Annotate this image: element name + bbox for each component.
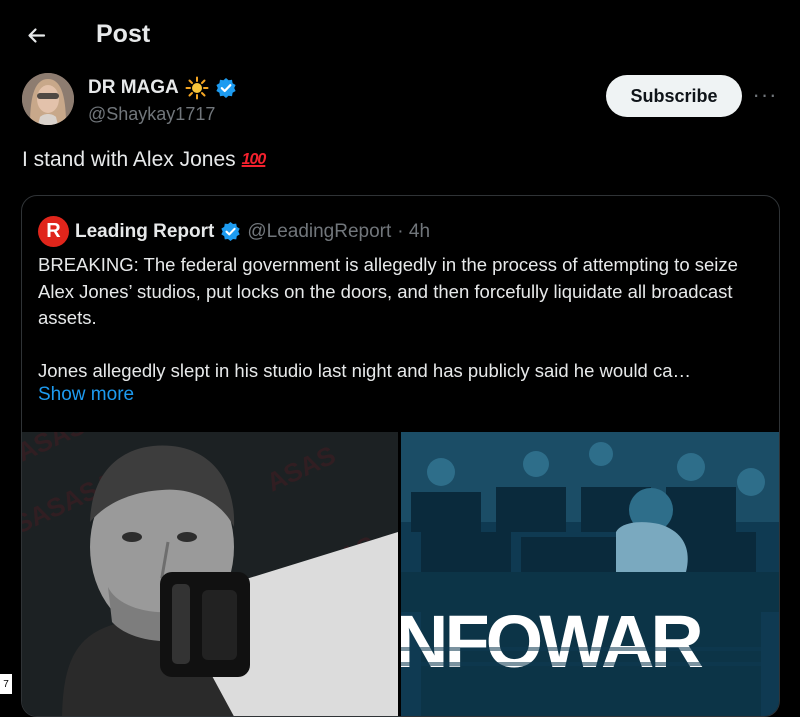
hundred-points-icon: 100 xyxy=(241,151,267,168)
more-options-icon[interactable]: ··· xyxy=(750,80,780,110)
show-more-link[interactable]: Show more xyxy=(38,384,134,406)
avatar-image xyxy=(22,73,74,125)
media-image-alex-jones-megaphone[interactable]: ASASAS ASASASAS ASAS ASAS xyxy=(22,432,398,716)
verified-badge-icon xyxy=(221,221,241,242)
post-header: Post xyxy=(0,0,800,70)
author-name-row[interactable]: DR MAGA xyxy=(88,76,237,100)
leading-report-logo: R xyxy=(38,216,69,247)
page-title: Post xyxy=(96,20,151,48)
quoted-author-handle[interactable]: @LeadingReport xyxy=(247,221,391,243)
media-image-infowars[interactable]: NFOWAR xyxy=(401,432,779,716)
quoted-post-header: R Leading Report @LeadingReport · 4h xyxy=(38,216,430,247)
quoted-paragraph-1: BREAKING: The federal government is alle… xyxy=(38,254,738,328)
subscribe-button[interactable]: Subscribe xyxy=(606,75,742,117)
sun-icon xyxy=(185,76,209,100)
verified-badge-icon xyxy=(216,78,236,98)
quoted-paragraph-2: Jones allegedly slept in his studio last… xyxy=(38,359,692,381)
back-button[interactable] xyxy=(18,20,54,52)
avatar[interactable] xyxy=(22,73,74,125)
quoted-author-name[interactable]: Leading Report xyxy=(75,221,214,243)
post-body: I stand with Alex Jones xyxy=(22,148,236,171)
author-name: DR MAGA xyxy=(88,77,179,98)
corner-label: 7 xyxy=(0,674,12,694)
arrow-left-icon xyxy=(28,28,46,43)
infowars-banner-text: NFOWAR xyxy=(401,600,702,683)
quoted-post-card[interactable]: R Leading Report @LeadingReport · 4h BRE… xyxy=(21,195,780,717)
quoted-post-body: BREAKING: The federal government is alle… xyxy=(38,252,768,384)
quoted-post-time[interactable]: · 4h xyxy=(397,221,430,243)
alex-jones-photo: ASASAS ASASASAS ASAS ASAS xyxy=(22,432,398,716)
author-handle[interactable]: @Shaykay1717 xyxy=(88,104,215,125)
post-text: I stand with Alex Jones 100 xyxy=(22,148,267,172)
infowars-photo: NFOWAR xyxy=(401,432,779,716)
